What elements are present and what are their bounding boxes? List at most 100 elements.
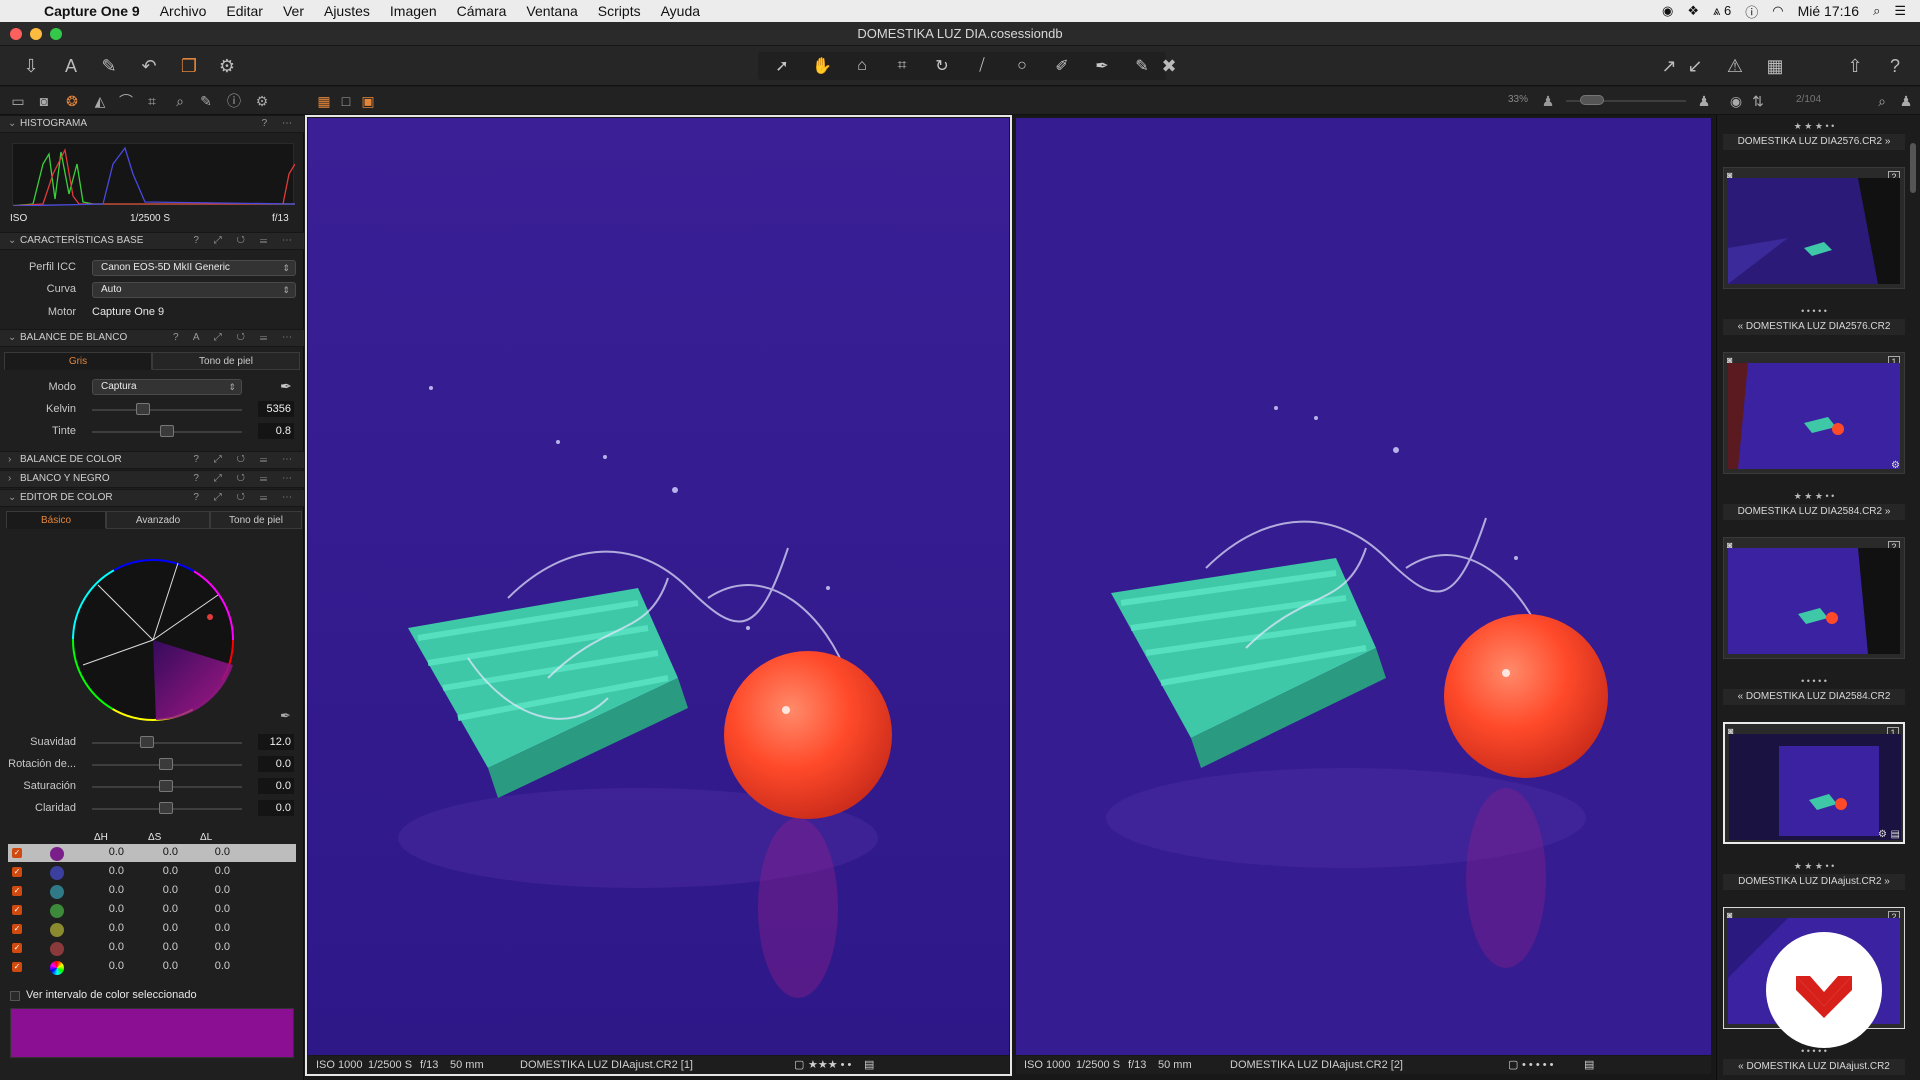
- menu-imagen[interactable]: Imagen: [380, 3, 447, 19]
- smoothness-value[interactable]: 12.0: [258, 734, 294, 750]
- notification-center-icon[interactable]: ☰: [1894, 3, 1906, 19]
- curve-select[interactable]: Auto ⇕: [92, 282, 296, 298]
- browser-search-icon[interactable]: ⌕: [1872, 92, 1892, 110]
- minimize-window-icon[interactable]: [30, 28, 42, 40]
- help-icon[interactable]: ?: [1882, 54, 1908, 78]
- capture-tab-icon[interactable]: ◙: [34, 92, 54, 110]
- thumb-filename[interactable]: « DOMESTIKA LUZ DIAajust.CR2: [1723, 1059, 1905, 1075]
- keystone-icon[interactable]: ⧸: [962, 57, 1002, 75]
- tools-icon[interactable]: ✖: [1156, 54, 1182, 78]
- thumb-stack-arrow[interactable]: «: [1738, 321, 1744, 332]
- thumb-filename[interactable]: DOMESTIKA LUZ DIA2584.CR2 »: [1723, 504, 1905, 520]
- thumbnail[interactable]: ◙ 1 ⚙: [1723, 352, 1905, 474]
- grid-icon[interactable]: ▦: [1762, 54, 1788, 78]
- color-row[interactable]: ✓ 0.0 0.0 0.0: [8, 863, 296, 881]
- thumb-stack-arrow[interactable]: «: [1738, 1061, 1744, 1072]
- thumb-rating[interactable]: • • • • •: [1723, 305, 1905, 317]
- thumb-filename[interactable]: DOMESTIKA LUZ DIA2576.CR2 »: [1723, 134, 1905, 150]
- info-select-box-1[interactable]: ▢: [794, 1056, 804, 1074]
- info-tag-icon-2[interactable]: ▤: [1584, 1056, 1594, 1074]
- adobe-icon[interactable]: ⩓ 6: [1713, 3, 1731, 19]
- copy-adjustments-icon[interactable]: ↗: [1656, 54, 1682, 78]
- output-tab-icon[interactable]: ⚙: [252, 92, 272, 110]
- tint-value[interactable]: 0.8: [258, 423, 294, 439]
- info-rating-2[interactable]: • • • • •: [1522, 1056, 1553, 1074]
- photo-1[interactable]: [308, 118, 1009, 1055]
- clarity-knob[interactable]: [159, 802, 173, 814]
- exposure-warning-icon[interactable]: ⚠: [1722, 54, 1748, 78]
- local-adjust-tab-icon[interactable]: ✎: [196, 92, 216, 110]
- row-checkbox[interactable]: ✓: [12, 886, 22, 896]
- zoom-in-person-icon[interactable]: ♟: [1694, 92, 1714, 110]
- info-select-box-2[interactable]: ▢: [1508, 1056, 1518, 1074]
- color-row[interactable]: ✓ 0.0 0.0 0.0: [8, 844, 296, 862]
- browser-scrollbar[interactable]: [1910, 143, 1916, 193]
- mask-brush-icon[interactable]: ✐: [1042, 56, 1082, 76]
- row-checkbox[interactable]: ✓: [12, 924, 22, 934]
- record-icon[interactable]: ◉: [1662, 3, 1673, 19]
- row-checkbox[interactable]: ✓: [12, 867, 22, 877]
- variants-icon[interactable]: ❐: [176, 54, 202, 78]
- wb-picker-icon[interactable]: ✒: [280, 378, 292, 395]
- info-rating-1[interactable]: ★★★ • •: [808, 1056, 851, 1074]
- color-row[interactable]: ✓ 0.0 0.0 0.0: [8, 901, 296, 919]
- menu-app-name[interactable]: Capture One 9: [40, 3, 150, 19]
- kelvin-slider-knob[interactable]: [136, 403, 150, 415]
- preview-eye-icon[interactable]: ◉: [1726, 92, 1746, 110]
- black-white-header[interactable]: › BLANCO Y NEGRO ? ⤢ ↺ ☰ ⋯: [0, 470, 304, 488]
- kelvin-slider[interactable]: [92, 409, 242, 411]
- white-balance-header[interactable]: ⌄ BALANCE DE BLANCO ? A ⤢ ↺ ☰ ⋯: [0, 329, 304, 347]
- single-view-icon[interactable]: □: [336, 92, 356, 110]
- user-icon[interactable]: ♟: [1896, 92, 1916, 110]
- metadata-tab-icon[interactable]: ⓘ: [224, 92, 244, 110]
- brush-icon[interactable]: ✎: [96, 54, 122, 78]
- import-icon[interactable]: ⇩: [18, 54, 44, 78]
- color-tab-icon[interactable]: ❂: [62, 92, 82, 110]
- export-icon[interactable]: ⇧: [1842, 54, 1868, 78]
- smoothness-knob[interactable]: [140, 736, 154, 748]
- color-row[interactable]: ✓ 0.0 0.0 0.0: [8, 882, 296, 900]
- info-icon[interactable]: ⓘ: [1745, 2, 1758, 21]
- thumb-stack-arrow[interactable]: »: [1884, 876, 1890, 887]
- thumb-filename[interactable]: DOMESTIKA LUZ DIAajust.CR2 »: [1723, 874, 1905, 890]
- proof-view-icon[interactable]: ▣: [358, 92, 378, 110]
- thumb-rating[interactable]: ★ ★ ★ • •: [1723, 490, 1905, 502]
- thumb-filename[interactable]: « DOMESTIKA LUZ DIA2584.CR2: [1723, 689, 1905, 705]
- loupe-icon[interactable]: ⌂: [842, 57, 882, 75]
- menu-editar[interactable]: Editar: [216, 3, 273, 19]
- thumb-rating[interactable]: ★ ★ ★ • •: [1723, 860, 1905, 872]
- settings-gear-icon[interactable]: ⚙: [214, 54, 240, 78]
- details-tab-icon[interactable]: ⌕: [170, 92, 190, 110]
- composition-tab-icon[interactable]: ⌗: [142, 92, 162, 110]
- thumb-stack-arrow[interactable]: «: [1738, 691, 1744, 702]
- icc-profile-select[interactable]: Canon EOS-5D MkII Generic ⇕: [92, 260, 296, 276]
- multi-view-icon[interactable]: ▦: [314, 92, 334, 110]
- color-row[interactable]: ✓ 0.0 0.0 0.0: [8, 958, 296, 976]
- color-picker-icon[interactable]: ✒: [280, 708, 291, 724]
- base-characteristics-header[interactable]: ⌄ CARACTERÍSTICAS BASE ? ⤢ ↺ ☰ ⋯: [0, 232, 304, 250]
- spot-remove-icon[interactable]: ○: [1002, 57, 1042, 75]
- exposure-tab-icon[interactable]: ◭: [90, 92, 110, 110]
- crop-icon[interactable]: ⌗: [882, 57, 922, 75]
- library-tab-icon[interactable]: ▭: [8, 92, 28, 110]
- tab-wb-skin[interactable]: Tono de piel: [152, 352, 300, 370]
- rotation-value[interactable]: 0.0: [258, 756, 294, 772]
- saturation-knob[interactable]: [159, 780, 173, 792]
- menu-archivo[interactable]: Archivo: [150, 3, 217, 19]
- apply-adjustments-icon[interactable]: ↙: [1682, 54, 1708, 78]
- thumb-filename[interactable]: « DOMESTIKA LUZ DIA2576.CR2: [1723, 319, 1905, 335]
- info-tag-icon-1[interactable]: ▤: [864, 1056, 874, 1074]
- tab-basic[interactable]: Básico: [6, 511, 106, 529]
- kelvin-value[interactable]: 5356: [258, 401, 294, 417]
- select-tool-icon[interactable]: ➚: [762, 56, 802, 76]
- close-window-icon[interactable]: [10, 28, 22, 40]
- menu-ayuda[interactable]: Ayuda: [651, 3, 710, 19]
- clarity-value[interactable]: 0.0: [258, 800, 294, 816]
- photo-2[interactable]: [1016, 118, 1711, 1055]
- zoom-window-icon[interactable]: [50, 28, 62, 40]
- zoom-out-person-icon[interactable]: ♟: [1538, 92, 1558, 110]
- menu-scripts[interactable]: Scripts: [588, 3, 651, 19]
- rotation-knob[interactable]: [159, 758, 173, 770]
- lens-tab-icon[interactable]: ⌒: [116, 92, 136, 110]
- menu-ventana[interactable]: Ventana: [516, 3, 587, 19]
